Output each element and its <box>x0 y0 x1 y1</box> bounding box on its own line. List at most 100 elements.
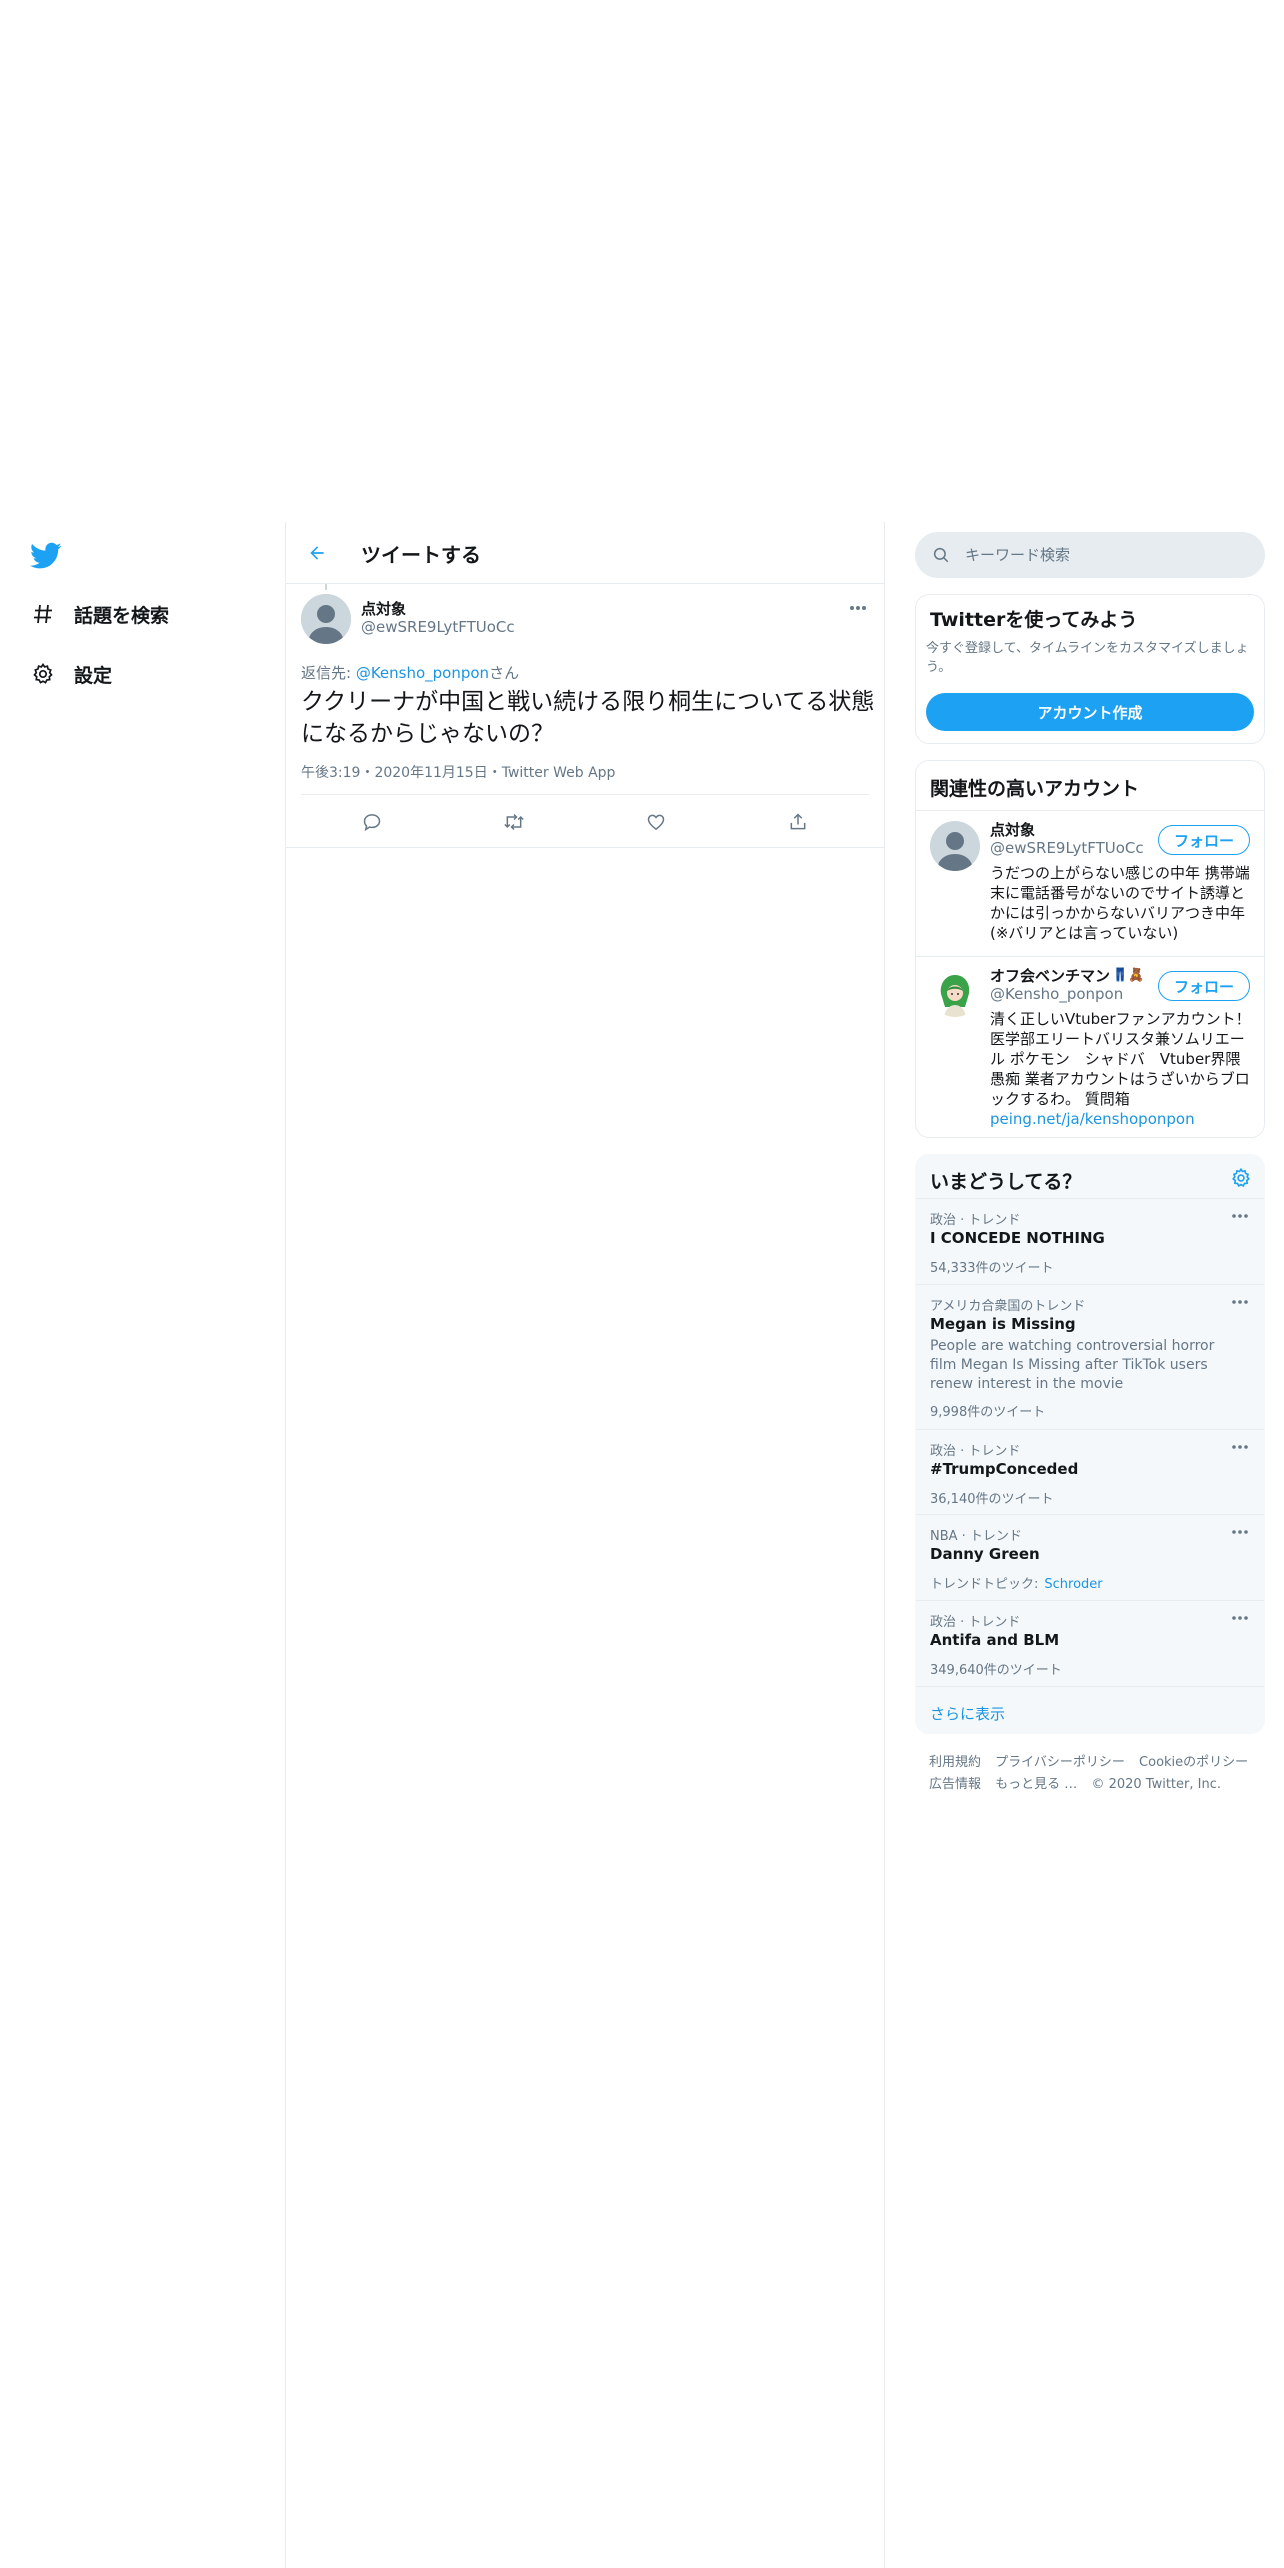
reply-prefix: 返信先: <box>301 664 356 682</box>
arrow-left-icon <box>310 546 324 560</box>
account-bio: 清く正しいVtuberファンアカウント！医学部エリートバリスタ兼ソムリエール ポ… <box>990 1009 1252 1129</box>
signup-title: Twitterを使ってみよう <box>930 609 1138 631</box>
show-more-link[interactable]: さらに表示 <box>930 1703 1005 1724</box>
account-name-emoji: 👖🧸 <box>1112 968 1145 983</box>
who-to-follow-card: 関連性の高いアカウント 点対象 @ewSRE9LytFTUoCc フォロー うだ… <box>915 760 1265 1138</box>
search-input[interactable] <box>963 545 1243 565</box>
gear-icon[interactable] <box>1230 1167 1252 1189</box>
author-name[interactable]: 点対象 <box>361 598 406 619</box>
account-handle: @Kensho_ponpon <box>990 985 1124 1003</box>
tweet-meta: 午後3:19・2020年11月15日・Twitter Web App <box>301 762 615 782</box>
share-button[interactable] <box>778 804 818 840</box>
more-options-icon[interactable] <box>1228 1207 1252 1225</box>
page-title: ツイートする <box>361 543 481 567</box>
tweet-text: ククリーナが中国と戦い続ける限り桐生についてる状態になるからじゃないの？ <box>301 689 875 747</box>
trend-name: Megan is Missing <box>930 1315 1076 1333</box>
tweet-time[interactable]: 午後3:19 <box>301 765 360 781</box>
trend-item[interactable]: 政治 · トレンド I CONCEDE NOTHING 54,333件のツイート <box>916 1199 1264 1285</box>
twitter-bird-icon[interactable] <box>30 542 62 570</box>
search-bar[interactable] <box>915 532 1265 578</box>
trend-context: 政治 · トレンド <box>930 1444 1021 1459</box>
nav-explore-label: 話題を検索 <box>74 604 170 627</box>
card-header: いまどうしてる？ <box>916 1155 1264 1199</box>
account-item[interactable]: 点対象 @ewSRE9LytFTUoCc フォロー うだつの上がらない感じの中年… <box>916 811 1264 957</box>
trend-item[interactable]: 政治 · トレンド #TrumpConceded 36,140件のツイート <box>916 1430 1264 1515</box>
trend-topic-link[interactable]: Schroder <box>1044 1577 1102 1592</box>
trend-topic: トレンドトピック: Schroder <box>930 1573 1103 1592</box>
heart-icon <box>647 814 665 830</box>
trend-item[interactable]: アメリカ合衆国のトレンド Megan is Missing People are… <box>916 1285 1264 1430</box>
page-header: ツイートする <box>286 522 884 584</box>
trend-count: 54,333件のツイート <box>930 1261 1054 1276</box>
trend-context: NBA · トレンド <box>930 1529 1022 1544</box>
trend-context: 政治 · トレンド <box>930 1615 1021 1630</box>
reply-mention-link[interactable]: @Kensho_ponpon <box>356 664 489 682</box>
account-name[interactable]: 点対象 <box>990 819 1035 840</box>
reply-button[interactable] <box>352 804 392 840</box>
avatar[interactable] <box>930 967 980 1017</box>
gear-icon <box>28 659 58 689</box>
hashtag-icon <box>28 599 58 629</box>
card-header: 関連性の高いアカウント <box>916 761 1264 811</box>
footer: 利用規約 プライバシーポリシー Cookieのポリシー 広告情報 もっと見る …… <box>929 1752 1259 1796</box>
trend-context: アメリカ合衆国のトレンド <box>930 1299 1086 1314</box>
meta-separator: ・ <box>487 765 502 781</box>
thread-connector <box>325 584 327 590</box>
trends-card: いまどうしてる？ 政治 · トレンド I CONCEDE NOTHING 54,… <box>915 1154 1265 1734</box>
share-icon <box>790 813 806 830</box>
tweet-source-app[interactable]: Twitter Web App <box>502 765 616 781</box>
follow-button[interactable]: フォロー <box>1158 825 1250 855</box>
tweet-actions <box>301 804 869 840</box>
nav-explore[interactable]: 話題を検索 <box>28 594 169 634</box>
more-options-icon[interactable] <box>846 598 870 618</box>
trends-title: いまどうしてる？ <box>930 1171 1082 1193</box>
avatar[interactable] <box>301 594 351 644</box>
reply-suffix: さん <box>489 664 520 682</box>
meta-separator: ・ <box>360 765 375 781</box>
more-options-icon[interactable] <box>1228 1523 1252 1541</box>
trend-count: 349,640件のツイート <box>930 1663 1062 1678</box>
trend-count: 36,140件のツイート <box>930 1492 1054 1507</box>
more-options-icon[interactable] <box>1228 1438 1252 1456</box>
trend-description: People are watching controversial horror… <box>930 1338 1215 1392</box>
bio-link[interactable]: peing.net/ja/kenshoponpon <box>990 1110 1195 1128</box>
footer-link-ads[interactable]: 広告情報 <box>929 1777 981 1792</box>
retweet-icon <box>504 813 524 831</box>
more-options-icon[interactable] <box>1228 1609 1252 1627</box>
trend-topic-label: トレンドトピック: <box>930 1577 1039 1592</box>
primary-column: ツイートする 点対象 @ewSRE9LytFTUoCc 返信先: @Kensho… <box>285 522 885 2568</box>
footer-link-privacy[interactable]: プライバシーポリシー <box>995 1755 1125 1770</box>
nav-settings-label: 設定 <box>74 664 113 687</box>
footer-link-terms[interactable]: 利用規約 <box>929 1755 981 1770</box>
account-bio: うだつの上がらない感じの中年 携帯端末に電話番号がないのでサイト誘導とかには引っ… <box>990 864 1250 942</box>
tweet-date[interactable]: 2020年11月15日 <box>374 765 487 781</box>
like-button[interactable] <box>636 804 676 840</box>
account-handle: @ewSRE9LytFTUoCc <box>990 839 1144 857</box>
follow-button[interactable]: フォロー <box>1158 971 1250 1001</box>
account-item[interactable]: オフ会ベンチマン 👖🧸 @Kensho_ponpon フォロー 清く正しいVtub… <box>916 957 1264 1137</box>
more-options-icon[interactable] <box>1228 1293 1252 1311</box>
reply-icon <box>363 814 381 832</box>
account-name-text: オフ会ベンチマン <box>990 967 1111 985</box>
retweet-button[interactable] <box>494 804 534 840</box>
trend-item[interactable]: NBA · トレンド Danny Green トレンドトピック: Schroder <box>916 1515 1264 1601</box>
who-to-follow-title: 関連性の高いアカウント <box>930 778 1140 800</box>
signup-card: Twitterを使ってみよう 今すぐ登録して、タイムラインをカスタマイズしましょ… <box>915 594 1265 744</box>
avatar[interactable] <box>930 821 980 871</box>
footer-link-more[interactable]: もっと見る … <box>995 1777 1077 1792</box>
tweet-detail: 点対象 @ewSRE9LytFTUoCc 返信先: @Kensho_ponpon… <box>286 584 884 848</box>
account-name[interactable]: オフ会ベンチマン 👖🧸 <box>990 965 1144 986</box>
footer-copyright: © 2020 Twitter, Inc. <box>1091 1777 1221 1792</box>
trend-name: Danny Green <box>930 1545 1040 1563</box>
account-bio-text: 清く正しいVtuberファンアカウント！医学部エリートバリスタ兼ソムリエール ポ… <box>990 1010 1251 1108</box>
back-button[interactable] <box>300 536 334 570</box>
divider <box>301 794 869 795</box>
trend-item[interactable]: 政治 · トレンド Antifa and BLM 349,640件のツイート <box>916 1601 1264 1687</box>
trend-name: Antifa and BLM <box>930 1631 1060 1649</box>
nav-settings[interactable]: 設定 <box>28 654 112 694</box>
trend-count: 9,998件のツイート <box>930 1405 1046 1420</box>
author-handle[interactable]: @ewSRE9LytFTUoCc <box>361 618 515 636</box>
create-account-button[interactable]: アカウント作成 <box>926 693 1254 731</box>
footer-link-cookies[interactable]: Cookieのポリシー <box>1139 1755 1248 1770</box>
search-icon <box>931 545 951 565</box>
